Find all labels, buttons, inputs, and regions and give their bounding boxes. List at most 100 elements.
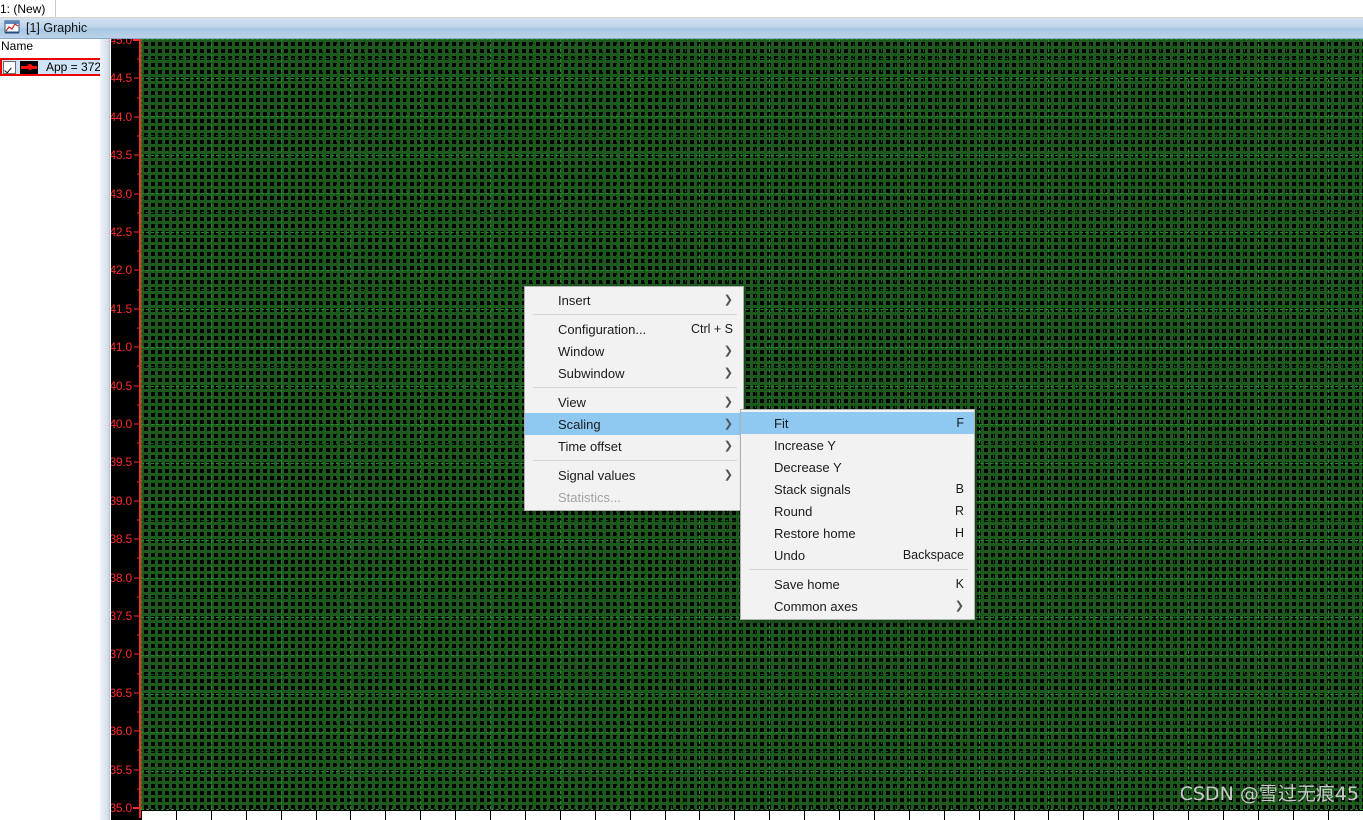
y-axis-tick <box>134 193 141 195</box>
x-axis-tick <box>245 811 247 820</box>
x-axis-tick <box>1292 811 1294 820</box>
x-axis-tick <box>141 811 142 820</box>
y-axis-tick <box>134 385 141 387</box>
x-axis-tick <box>420 811 422 820</box>
y-axis-tick <box>134 231 141 233</box>
y-axis-minor-tick <box>137 673 141 675</box>
menu-item-shortcut: Ctrl + S <box>690 322 733 336</box>
y-axis-tick <box>134 769 141 771</box>
menu-item-label: Scaling <box>558 416 601 432</box>
y-axis-tick-label: 43.5 <box>111 148 132 163</box>
x-axis-tick <box>943 811 945 820</box>
x-axis-tickbar[interactable] <box>141 811 1363 820</box>
menu-separator <box>533 314 737 315</box>
y-axis-minor-tick <box>137 519 141 521</box>
menu-item-subwindow[interactable]: Subwindow ❯ <box>525 362 743 384</box>
x-axis-tick <box>978 811 980 820</box>
y-axis[interactable]: 45.0 44.5 44.0 43.5 43.0 42.5 42.0 41.5 41.0 40.5… <box>111 39 141 820</box>
y-axis-tick <box>134 423 141 425</box>
menu-item-insert[interactable]: Insert ❯ <box>525 289 743 311</box>
chevron-right-icon: ❯ <box>723 468 733 481</box>
menu-item-scaling[interactable]: Scaling ❯ <box>525 413 743 435</box>
y-axis-minor-tick <box>137 481 141 483</box>
x-axis-tick <box>699 811 701 820</box>
y-axis-minor-tick <box>137 135 141 137</box>
grid-line-horizontal-minor <box>141 712 1363 714</box>
grid-line-horizontal-major <box>141 39 1363 40</box>
submenu-item-decrease-y[interactable]: Decrease Y <box>741 456 974 478</box>
x-axis-tick <box>839 811 840 820</box>
menu-item-shortcut: F <box>956 416 964 430</box>
x-axis-tick <box>1153 811 1155 820</box>
y-axis-minor-tick <box>137 173 141 175</box>
y-axis-tick-label: 38.0 <box>111 570 132 585</box>
x-axis-tick <box>1118 811 1120 820</box>
y-axis-tick <box>134 500 141 502</box>
grid-line-horizontal-minor <box>141 96 1363 98</box>
submenu-item-common-axes[interactable]: Common axes ❯ <box>741 595 974 617</box>
x-axis-tick <box>559 811 561 820</box>
chevron-right-icon: ❯ <box>723 293 733 306</box>
grid-line-horizontal-major <box>141 385 1363 387</box>
grid-line-horizontal-major <box>141 231 1363 233</box>
document-tabbar: 1: (New) <box>0 0 1363 18</box>
graphic-window-tabstrip: [1] Graphic <box>0 18 1363 39</box>
menu-item-label: Fit <box>774 415 789 431</box>
submenu-item-restore-home[interactable]: Restore home H <box>741 522 974 544</box>
menu-item-configuration[interactable]: Configuration... Ctrl + S <box>525 318 743 340</box>
y-axis-minor-tick <box>137 596 141 598</box>
chevron-right-icon: ❯ <box>723 417 733 430</box>
menu-item-label: Common axes <box>774 598 858 614</box>
y-axis-minor-tick <box>137 58 141 60</box>
submenu-item-fit[interactable]: Fit F <box>741 412 974 434</box>
scaling-submenu[interactable]: Fit F Increase Y Decrease Y Stack signals B Ro… <box>740 409 975 620</box>
y-axis-tick-label: 45.0 <box>111 39 132 47</box>
y-axis-minor-tick <box>137 212 141 214</box>
document-tab-new[interactable]: 1: (New) <box>0 0 57 17</box>
x-axis-tick <box>524 811 526 820</box>
menu-item-label: Round <box>774 503 813 519</box>
menu-item-label: Restore home <box>774 525 856 541</box>
grid-line-horizontal-minor <box>141 751 1363 753</box>
submenu-item-round[interactable]: Round R <box>741 500 974 522</box>
x-axis-tick <box>280 811 282 820</box>
submenu-item-undo[interactable]: Undo Backspace <box>741 544 974 566</box>
y-axis-tick-label: 39.0 <box>111 493 132 508</box>
grid-line-horizontal-major <box>141 655 1363 656</box>
context-menu[interactable]: Insert ❯ Configuration... Ctrl + S Window ❯ Su… <box>524 286 744 511</box>
menu-item-label: Window <box>558 343 605 359</box>
menu-item-time-offset[interactable]: Time offset ❯ <box>525 435 743 457</box>
grid-line-horizontal-minor <box>141 366 1363 368</box>
signal-list-scrollbar[interactable] <box>100 39 110 820</box>
submenu-item-increase-y[interactable]: Increase Y <box>741 434 974 456</box>
y-axis-tick-label: 36.0 <box>111 724 132 739</box>
chevron-right-icon: ❯ <box>723 395 733 408</box>
grid-line-horizontal-minor <box>141 250 1363 252</box>
signal-list-row[interactable]: App = 3720 <box>0 58 110 76</box>
y-axis-tick-label: 42.0 <box>111 263 132 278</box>
y-axis-tick-label: 35.0 <box>111 801 132 815</box>
tab-graphic-1[interactable]: [1] Graphic <box>0 18 101 38</box>
grid-line-horizontal-major <box>141 308 1363 310</box>
grid-line-horizontal-major <box>141 732 1363 733</box>
menu-item-label: Undo <box>774 547 806 563</box>
document-tab-label: 1: (New) <box>0 1 46 16</box>
x-axis-tick <box>1257 811 1259 820</box>
menu-item-window[interactable]: Window ❯ <box>525 340 743 362</box>
menu-item-label: Subwindow <box>558 365 625 381</box>
grid-line-horizontal-major <box>141 770 1363 772</box>
grid-line-horizontal-major <box>141 809 1363 810</box>
signal-color-swatch-icon[interactable] <box>20 60 38 74</box>
y-axis-tick-label: 41.0 <box>111 340 132 355</box>
menu-item-view[interactable]: View ❯ <box>525 391 743 413</box>
menu-item-label: Configuration... <box>558 321 647 337</box>
chevron-right-icon: ❯ <box>723 366 733 379</box>
submenu-item-save-home[interactable]: Save home K <box>741 573 974 595</box>
submenu-item-stack-signals[interactable]: Stack signals B <box>741 478 974 500</box>
menu-item-label: Signal values <box>558 467 636 483</box>
signal-visibility-checkbox[interactable] <box>3 60 16 74</box>
menu-item-signal-values[interactable]: Signal values ❯ <box>525 464 743 486</box>
y-axis-tick-label: 37.5 <box>111 609 132 623</box>
x-axis-tick <box>455 811 457 820</box>
y-axis-tick-label: 37.0 <box>111 647 132 662</box>
